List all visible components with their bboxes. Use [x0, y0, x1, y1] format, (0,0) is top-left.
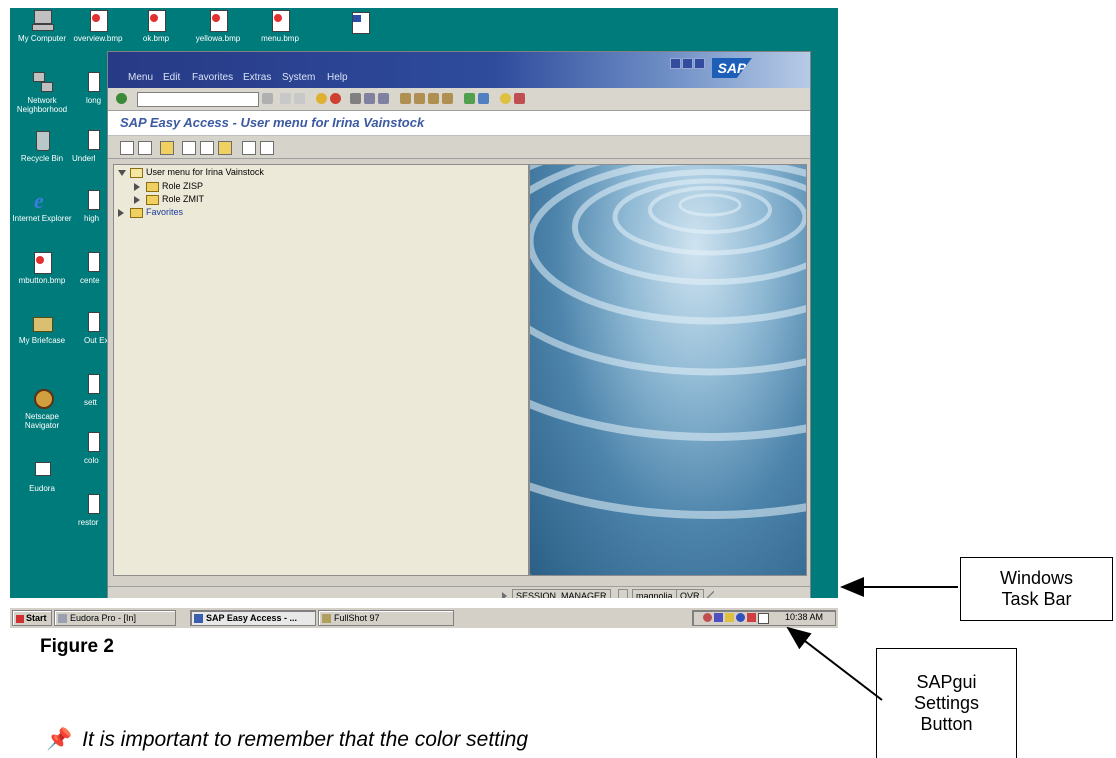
note-body: It is important to remember that the col… — [82, 728, 529, 751]
arrow-to-settings-button — [786, 626, 883, 701]
pushpin-icon: 📌 — [46, 728, 73, 751]
callout-arrows — [786, 577, 958, 701]
note-text: 📌 It is important to remember that the co… — [46, 728, 528, 752]
